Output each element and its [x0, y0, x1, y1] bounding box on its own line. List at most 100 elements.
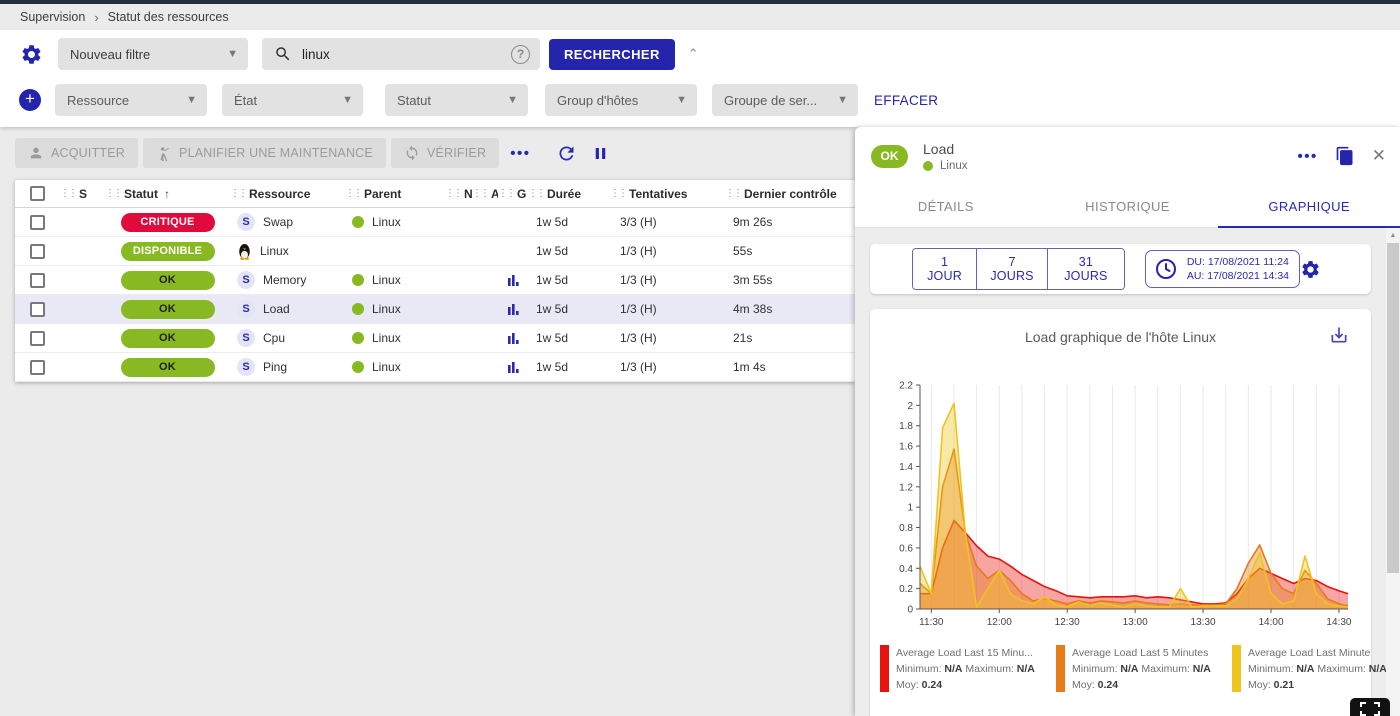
service-badge: S: [237, 300, 255, 318]
row-checkbox[interactable]: [30, 215, 45, 230]
table-row[interactable]: OK SLoad Linux 1w 5d 1/3 (H) 4m 38s: [15, 295, 855, 324]
row-checkbox[interactable]: [30, 244, 45, 259]
row-checkbox[interactable]: [30, 360, 45, 375]
column-header-derniercontrle[interactable]: ⋮⋮ Dernier contrôle: [725, 187, 855, 201]
column-header-parent[interactable]: ⋮⋮ Parent: [345, 187, 445, 201]
table-row[interactable]: DISPONIBLE Linux 1w 5d 1/3 (H) 55s: [15, 237, 855, 266]
drag-handle-icon[interactable]: ⋮⋮: [60, 188, 76, 199]
check-button[interactable]: VÉRIFIER: [391, 138, 499, 168]
tries-cell: 1/3 (H): [610, 360, 725, 374]
time-range-card: 1 JOUR7 JOURS31 JOURS DU: 17/08/2021 11:…: [870, 244, 1371, 294]
svg-text:0.4: 0.4: [899, 564, 913, 575]
drag-handle-icon[interactable]: ⋮⋮: [445, 188, 461, 199]
status-badge: OK: [121, 300, 215, 319]
select-all-checkbox[interactable]: [30, 186, 45, 201]
panel-more-actions-icon[interactable]: •••: [1297, 148, 1317, 165]
close-panel-icon[interactable]: ✕: [1372, 146, 1386, 166]
svg-text:14:30: 14:30: [1326, 617, 1351, 628]
panel-tab-graphique[interactable]: GRAPHIQUE: [1218, 185, 1400, 227]
service-badge: S: [237, 271, 255, 289]
time-range-button-7jours[interactable]: 7 JOURS: [976, 249, 1047, 289]
parent-status-dot: [352, 361, 364, 373]
drag-handle-icon[interactable]: ⋮⋮: [610, 188, 626, 199]
row-checkbox[interactable]: [30, 273, 45, 288]
svg-text:1.8: 1.8: [899, 421, 913, 432]
column-header-g[interactable]: ⋮⋮ G: [498, 187, 528, 201]
saved-filter-select[interactable]: Nouveau filtre ▼: [58, 38, 248, 70]
svg-text:0.6: 0.6: [899, 543, 913, 554]
time-range-button-31jours[interactable]: 31 JOURS: [1047, 249, 1124, 289]
parent-status-dot: [352, 303, 364, 315]
search-help-icon[interactable]: ?: [511, 45, 530, 64]
filter-criteria-select-0[interactable]: Ressource ▼: [55, 84, 207, 116]
date-range-picker[interactable]: DU: 17/08/2021 11:24 AU: 17/08/2021 14:3…: [1145, 250, 1300, 288]
load-graph[interactable]: 00.20.40.60.811.21.41.61.822.211:3012:00…: [882, 375, 1360, 637]
table-row[interactable]: OK SCpu Linux 1w 5d 1/3 (H) 21s: [15, 324, 855, 353]
graph-icon: [507, 274, 520, 287]
drag-handle-icon[interactable]: ⋮⋮: [528, 188, 544, 199]
filter-criteria-select-1[interactable]: État ▼: [222, 84, 363, 116]
refresh-icon[interactable]: [556, 143, 577, 164]
pause-icon[interactable]: [591, 144, 610, 163]
fullscreen-icon[interactable]: [1350, 698, 1390, 716]
clear-filters-link[interactable]: EFFACER: [874, 93, 938, 108]
duration-cell: 1w 5d: [528, 302, 610, 316]
chevron-down-icon: ▼: [507, 94, 518, 106]
search-input[interactable]: [302, 47, 511, 62]
more-actions-icon[interactable]: •••: [510, 145, 530, 162]
details-panel: OK Load Linux ••• ✕ DÉTAILSHISTORIQUEGRA…: [855, 127, 1400, 716]
column-header-a[interactable]: ⋮⋮ A: [472, 187, 498, 201]
drag-handle-icon[interactable]: ⋮⋮: [472, 188, 488, 199]
drag-handle-icon[interactable]: ⋮⋮: [105, 188, 121, 199]
download-graph-icon[interactable]: [1329, 325, 1349, 345]
breadcrumb-resource-status[interactable]: Statut des ressources: [108, 10, 229, 24]
legend-color-bar: [1056, 645, 1065, 692]
panel-tab-dtails[interactable]: DÉTAILS: [855, 185, 1037, 227]
row-checkbox[interactable]: [30, 331, 45, 346]
column-header-tentatives[interactable]: ⋮⋮ Tentatives: [610, 187, 725, 201]
table-row[interactable]: CRITIQUE SSwap Linux 1w 5d 3/3 (H) 9m 26…: [15, 208, 855, 237]
filter-criteria-select-4[interactable]: Groupe de ser... ▼: [712, 84, 858, 116]
filter-criteria-select-3[interactable]: Group d'hôtes ▼: [545, 84, 697, 116]
panel-tab-historique[interactable]: HISTORIQUE: [1037, 185, 1219, 227]
chevron-down-icon: ▼: [342, 94, 353, 106]
column-header-statut[interactable]: ⋮⋮ Statut ↑: [105, 187, 230, 201]
drag-handle-icon[interactable]: ⋮⋮: [230, 188, 246, 199]
scrollbar-thumb[interactable]: [1387, 243, 1399, 573]
sync-icon: [404, 145, 420, 161]
duration-cell: 1w 5d: [528, 273, 610, 287]
person-icon: [28, 145, 44, 161]
filter-criteria-select-2[interactable]: Statut ▼: [385, 84, 528, 116]
time-range-button-1jour[interactable]: 1 JOUR: [913, 249, 976, 289]
search-button[interactable]: RECHERCHER: [549, 39, 675, 70]
legend-item: Average Load Last 15 Minu... Minimum: N/…: [880, 645, 1056, 693]
column-header-n[interactable]: ⋮⋮ N: [445, 187, 472, 201]
graph-settings-gear-icon[interactable]: [1300, 259, 1321, 280]
svg-text:1.4: 1.4: [899, 462, 913, 473]
date-from: DU: 17/08/2021 11:24: [1187, 255, 1289, 269]
add-criteria-button[interactable]: +: [19, 89, 41, 111]
last-check-cell: 4m 38s: [725, 302, 855, 316]
last-check-cell: 9m 26s: [725, 215, 855, 229]
column-header-ressource[interactable]: ⋮⋮ Ressource: [230, 187, 345, 201]
status-badge: OK: [121, 358, 215, 377]
copy-link-icon[interactable]: [1335, 146, 1355, 166]
parent-status-dot: [352, 216, 364, 228]
drag-handle-icon[interactable]: ⋮⋮: [498, 188, 514, 199]
plan-maintenance-button[interactable]: PLANIFIER UNE MAINTENANCE: [143, 138, 386, 168]
filter-settings-gear-icon[interactable]: [18, 43, 44, 66]
panel-scrollbar[interactable]: ▲: [1386, 228, 1400, 716]
duration-cell: 1w 5d: [528, 244, 610, 258]
table-row[interactable]: OK SPing Linux 1w 5d 1/3 (H) 1m 4s: [15, 353, 855, 382]
collapse-filters-chevron-up-icon[interactable]: ⌃: [688, 46, 699, 62]
acknowledge-button[interactable]: ACQUITTER: [15, 138, 138, 168]
column-header-dure[interactable]: ⋮⋮ Durée: [528, 187, 610, 201]
table-row[interactable]: OK SMemory Linux 1w 5d 1/3 (H) 3m 55s: [15, 266, 855, 295]
drag-handle-icon[interactable]: ⋮⋮: [345, 188, 361, 199]
drag-handle-icon[interactable]: ⋮⋮: [725, 188, 741, 199]
column-header-s[interactable]: ⋮⋮ S: [60, 187, 105, 201]
duration-cell: 1w 5d: [528, 331, 610, 345]
breadcrumb-supervision[interactable]: Supervision: [20, 10, 85, 24]
row-checkbox[interactable]: [30, 302, 45, 317]
graph-icon: [507, 303, 520, 316]
